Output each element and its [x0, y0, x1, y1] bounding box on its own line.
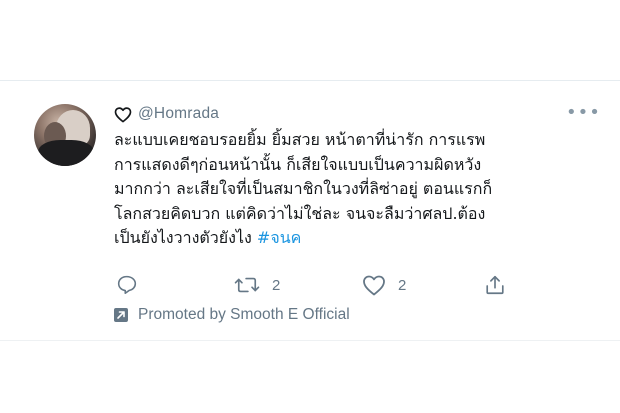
avatar[interactable]: [34, 104, 96, 166]
share-icon: [484, 274, 506, 296]
tweet-line-text: เป็นยังไงวางตัวยังไง: [114, 228, 257, 247]
hashtag-link[interactable]: #จนค: [257, 228, 301, 247]
promoted-label[interactable]: Promoted by Smooth E Official: [114, 306, 350, 324]
more-dots-icon[interactable]: •••: [566, 104, 601, 122]
retweet-button[interactable]: 2: [234, 274, 280, 296]
like-button[interactable]: 2: [362, 274, 406, 296]
bottom-divider: [0, 340, 620, 341]
heart-icon: [362, 274, 386, 296]
reply-icon: [116, 274, 138, 295]
like-count: 2: [398, 276, 407, 294]
retweet-count: 2: [272, 276, 281, 294]
heart-outline-icon: [114, 106, 132, 123]
top-divider: [0, 80, 620, 81]
tweet-line: โลกสวยคิดบวก แต่คิดว่าไม่ใช่ละ จนจะลืมว่…: [114, 203, 486, 223]
promoted-text: Promoted by Smooth E Official: [138, 306, 350, 323]
tweet-line: การแสดงดีๆก่อนหน้านั้น ก็เสียใจแบบเป็นคว…: [114, 154, 482, 174]
user-handle[interactable]: @Homrada: [138, 105, 219, 123]
avatar-coat: [38, 140, 94, 166]
retweet-icon: [234, 274, 260, 296]
tweet-header: @Homrada: [114, 104, 219, 124]
tweet-actions: 2 2: [114, 274, 514, 298]
tweet-text: ละแบบเคยชอบรอยยิ้ม ยิ้มสวย หน้าตาที่น่าร…: [114, 128, 594, 251]
reply-button[interactable]: [116, 274, 138, 295]
tweet-line: ละแบบเคยชอบรอยยิ้ม ยิ้มสวย หน้าตาที่น่าร…: [114, 130, 486, 149]
share-button[interactable]: [484, 274, 506, 296]
tweet-line-last: เป็นยังไงวางตัวยังไง #จนค: [114, 226, 594, 251]
promoted-arrow-icon: [114, 308, 128, 322]
tweet-line: มากกว่า ละเสียใจที่เป็นสมาชิกในวงที่ลิซ่…: [114, 179, 493, 198]
